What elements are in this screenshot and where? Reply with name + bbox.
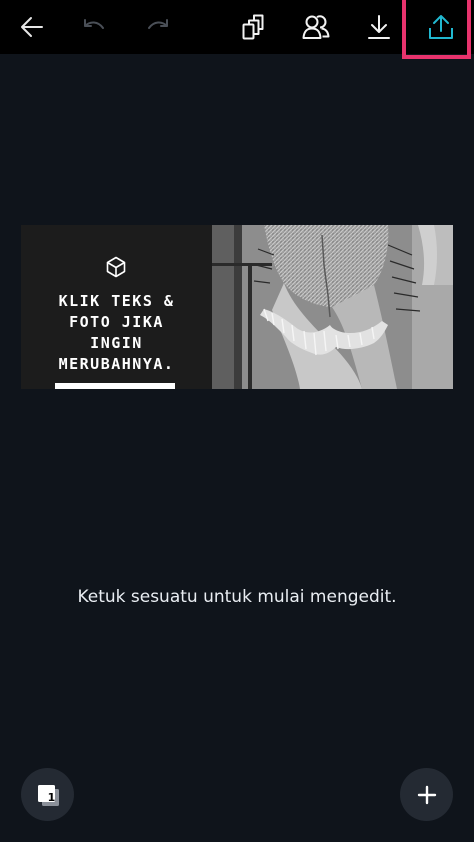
download-icon bbox=[368, 15, 390, 39]
download-button[interactable] bbox=[349, 0, 409, 54]
design-photo[interactable] bbox=[212, 225, 453, 389]
undo-icon bbox=[84, 19, 104, 29]
top-toolbar bbox=[0, 0, 474, 59]
copy-pages-button[interactable] bbox=[223, 0, 283, 54]
pages-button[interactable]: 1 bbox=[21, 768, 74, 821]
tap-to-edit-hint: Ketuk sesuatu untuk mulai mengedit. bbox=[77, 587, 397, 607]
photo-illustration bbox=[212, 225, 453, 389]
cube-icon bbox=[106, 256, 126, 278]
page-count-wrapper: 1 bbox=[35, 782, 61, 808]
redo-button[interactable] bbox=[128, 0, 188, 54]
plus-icon bbox=[417, 785, 436, 804]
share-button-highlight bbox=[402, 0, 471, 59]
undo-button[interactable] bbox=[64, 0, 124, 54]
copy-pages-icon bbox=[242, 14, 264, 40]
add-element-button[interactable] bbox=[400, 768, 453, 821]
people-icon bbox=[302, 15, 330, 39]
design-text-panel[interactable]: KLIK TEKS & FOTO JIKA INGIN MERUBAHNYA. bbox=[21, 225, 212, 389]
collaborate-button[interactable] bbox=[286, 0, 346, 54]
design-canvas[interactable]: KLIK TEKS & FOTO JIKA INGIN MERUBAHNYA. bbox=[21, 225, 453, 389]
arrow-left-icon bbox=[21, 17, 43, 37]
redo-icon bbox=[148, 19, 168, 29]
page-count: 1 bbox=[47, 790, 56, 804]
design-underline-bar bbox=[55, 383, 175, 389]
editor-screen: KLIK TEKS & FOTO JIKA INGIN MERUBAHNYA. bbox=[0, 0, 474, 842]
design-headline[interactable]: KLIK TEKS & FOTO JIKA INGIN MERUBAHNYA. bbox=[21, 291, 212, 375]
back-button[interactable] bbox=[2, 0, 62, 54]
